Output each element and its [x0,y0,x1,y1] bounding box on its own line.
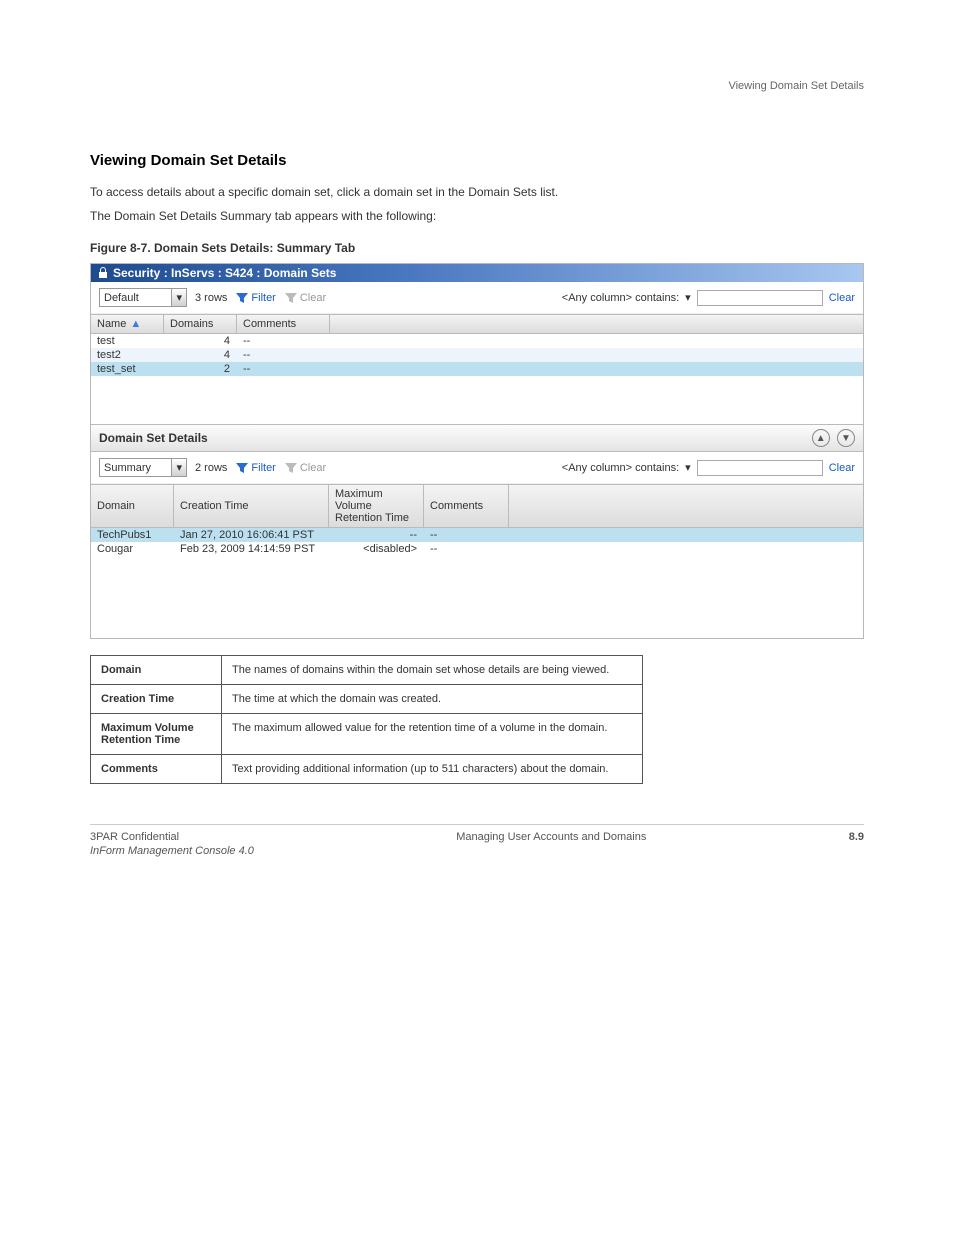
table-row[interactable]: test 4 -- [91,334,863,348]
domain-sets-panel: Security : InServs : S424 : Domain Sets … [90,263,864,639]
section-title: Viewing Domain Set Details [90,152,864,169]
clear-link[interactable]: Clear [829,292,855,304]
clear-filter-icon [284,462,298,474]
details-grid-body: TechPubs1 Jan 27, 2010 16:06:41 PST -- -… [91,528,863,638]
filter-dropdown-arrow[interactable]: ▾ [685,461,691,474]
clear-filter-button[interactable]: Clear [284,292,326,304]
footer-mid: Managing User Accounts and Domains [456,831,646,857]
filter-button[interactable]: Filter [235,292,275,304]
clear-filter-label: Clear [300,292,326,304]
doc-footer: 3PAR Confidential InForm Management Cons… [90,824,864,857]
details-title: Domain Set Details [99,431,208,445]
details-rows-count: 2 rows [195,462,227,474]
chevron-down-icon: ▾ [171,289,186,306]
details-clear-button[interactable]: Clear [284,462,326,474]
clear-filter-icon [284,292,298,304]
filter-label: Filter [251,462,275,474]
filter-input[interactable] [697,460,823,476]
titlebar-text: Security : InServs : S424 : Domain Sets [113,266,336,280]
table-row[interactable]: test2 4 -- [91,348,863,362]
details-toolbar: Summary ▾ 2 rows Filter Clear <Any colum… [91,452,863,484]
col-domain[interactable]: Domain [91,485,174,527]
details-view-dropdown[interactable]: Summary ▾ [99,458,187,477]
lock-icon [97,267,109,279]
clear-link[interactable]: Clear [829,462,855,474]
filter-dropdown-arrow[interactable]: ▾ [685,291,691,304]
footer-rev: InForm Management Console 4.0 [90,845,254,857]
filter-icon [235,462,249,474]
details-grid-header: Domain Creation Time Maximum Volume Rete… [91,484,863,528]
doc-header: Viewing Domain Set Details [90,80,864,92]
rows-count: 3 rows [195,292,227,304]
top-toolbar: Default ▾ 3 rows Filter Clear <Any colum… [91,282,863,314]
details-filter-button[interactable]: Filter [235,462,275,474]
col-name[interactable]: Name ▲ [91,315,164,333]
filter-column-label: <Any column> contains: [562,292,679,304]
table-row[interactable]: Cougar Feb 23, 2009 14:14:59 PST <disabl… [91,542,863,556]
panel-titlebar: Security : InServs : S424 : Domain Sets [91,264,863,282]
view-dropdown[interactable]: Default ▾ [99,288,187,307]
col-comments2[interactable]: Comments [424,485,509,527]
filter-label: Filter [251,292,275,304]
filter-input[interactable] [697,290,823,306]
dropdown-value: Summary [104,462,151,474]
clear-filter-label: Clear [300,462,326,474]
chevron-down-icon: ▾ [171,459,186,476]
description-table: DomainThe names of domains within the do… [90,655,643,784]
table-row: Creation TimeThe time at which the domai… [91,685,643,714]
top-grid-header: Name ▲ Domains Comments [91,314,863,334]
table-row[interactable]: test_set 2 -- [91,362,863,376]
top-grid-body: test 4 -- test2 4 -- test_set 2 -- [91,334,863,424]
dropdown-value: Default [104,292,139,304]
paragraph-1: To access details about a specific domai… [90,183,864,201]
filter-icon [235,292,249,304]
table-row: DomainThe names of domains within the do… [91,656,643,685]
filter-column-label: <Any column> contains: [562,462,679,474]
sort-asc-icon: ▲ [130,318,141,330]
expand-down-icon[interactable]: ▼ [837,429,855,447]
figure-caption: Figure 8-7. Domain Sets Details: Summary… [90,241,864,255]
col-maxvolret[interactable]: Maximum Volume Retention Time [329,485,424,527]
footer-pagenum: 8.9 [849,831,864,857]
details-header: Domain Set Details ▲ ▼ [91,424,863,452]
header-right: Viewing Domain Set Details [728,80,864,92]
col-comments[interactable]: Comments [237,315,330,333]
table-row[interactable]: TechPubs1 Jan 27, 2010 16:06:41 PST -- -… [91,528,863,542]
col-domains[interactable]: Domains [164,315,237,333]
col-creationtime[interactable]: Creation Time [174,485,329,527]
table-row: Maximum Volume Retention TimeThe maximum… [91,714,643,755]
collapse-up-icon[interactable]: ▲ [812,429,830,447]
paragraph-2: The Domain Set Details Summary tab appea… [90,207,864,225]
table-row: CommentsText providing additional inform… [91,755,643,784]
footer-left: 3PAR Confidential [90,831,254,843]
